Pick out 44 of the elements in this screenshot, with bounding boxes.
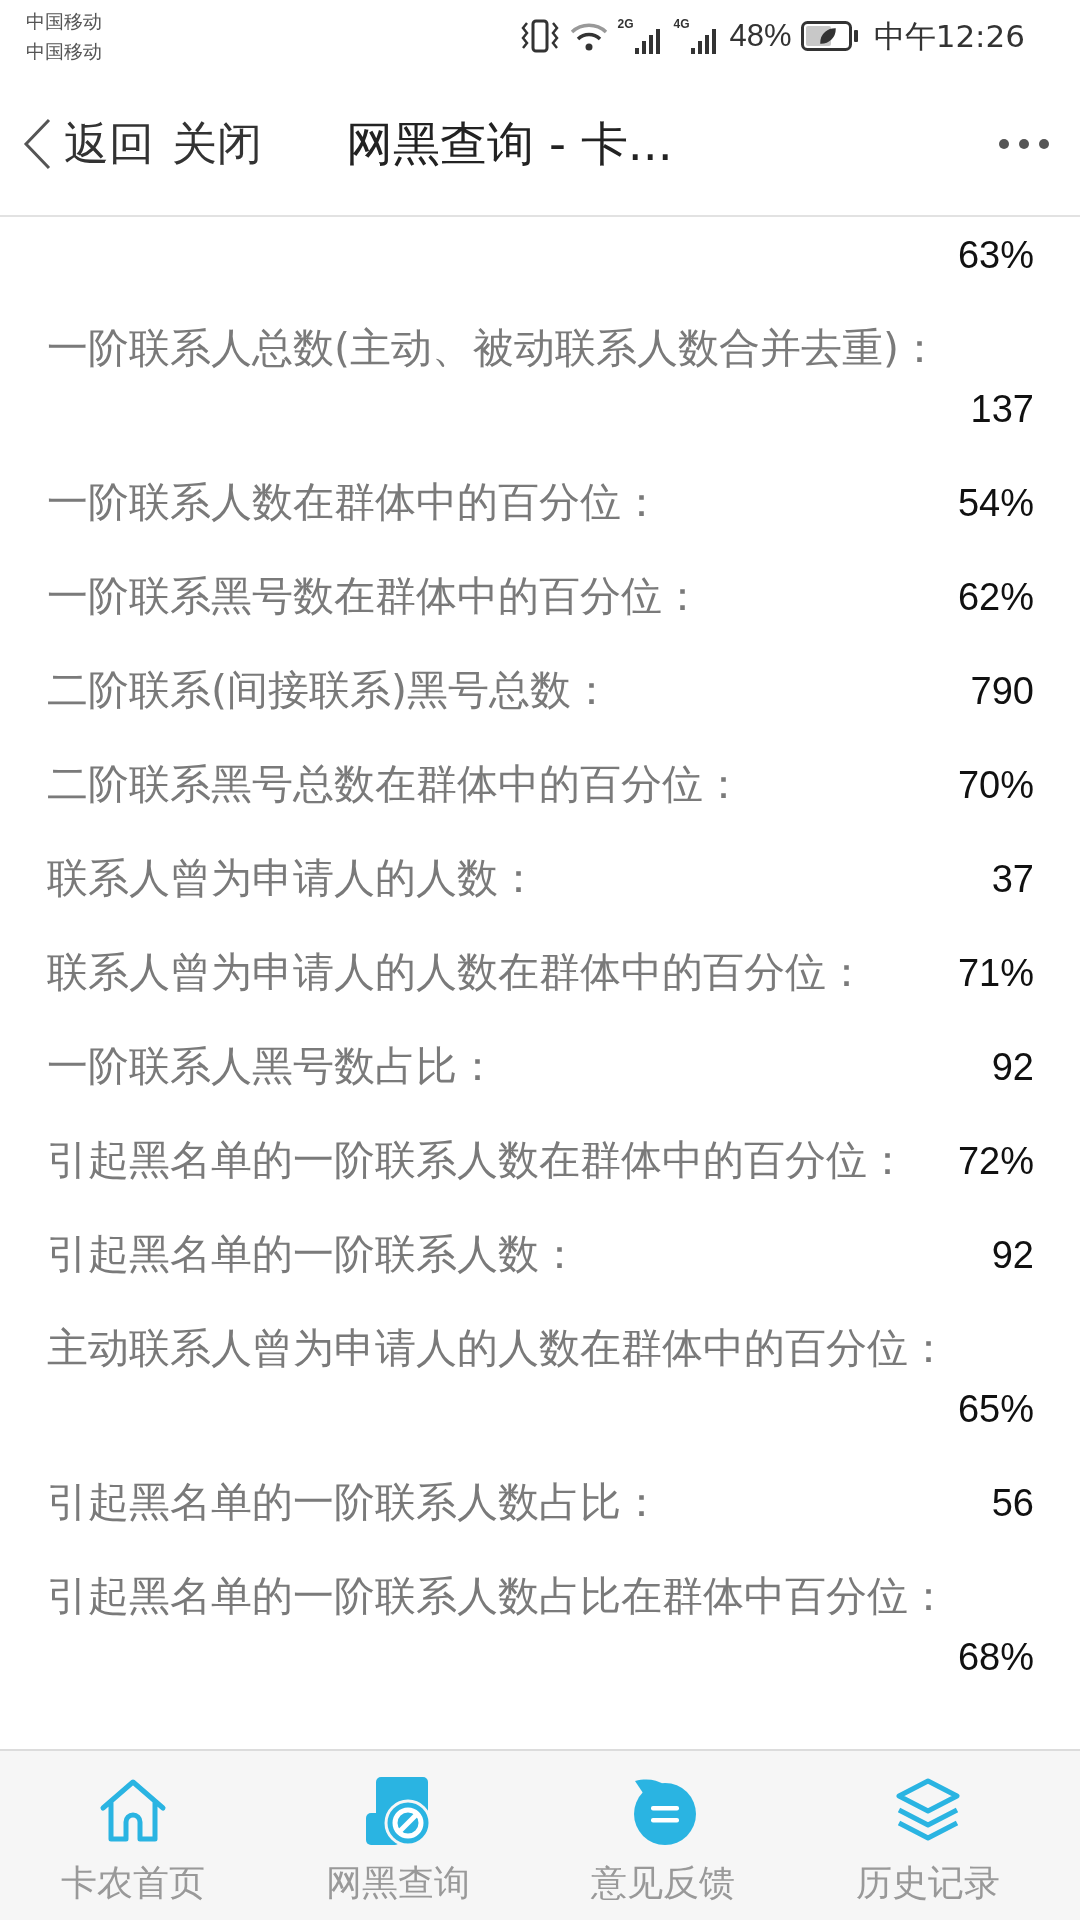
tab-button[interactable]: 历史记录 (795, 1775, 1060, 1903)
tab-button[interactable]: 网黑查询 (265, 1775, 530, 1903)
stat-value: 54% (956, 481, 1034, 526)
stat-label: 二阶联系(间接联系)黑号总数： (47, 665, 612, 716)
back-button[interactable]: 返回 (22, 113, 154, 174)
stat-value: 71% (956, 951, 1034, 996)
vibrate-icon (519, 18, 560, 54)
stat-label: 引起黑名单的一阶联系人数占比： (47, 1477, 662, 1528)
stat-label: 联系人曾为申请人的人数在群体中的百分位： (47, 947, 867, 998)
stat-value: 92 (990, 1045, 1034, 1090)
stat-value: 92 (990, 1233, 1034, 1278)
stat-value: 790 (969, 669, 1034, 714)
network-type: 2G (617, 18, 634, 30)
carrier-name: 中国移动 (26, 39, 102, 64)
stat-label: 一阶联系人总数(主动、被动联系人数合并去重)： (47, 323, 941, 374)
stat-value: 56 (990, 1481, 1034, 1526)
stat-value: 63% (957, 233, 1034, 278)
stat-label: 一阶联系黑号数在群体中的百分位： (47, 571, 703, 622)
tab-button[interactable]: 意见反馈 (530, 1775, 795, 1903)
carrier-name: 中国移动 (26, 9, 102, 34)
stat-value: 37 (990, 857, 1034, 902)
close-button[interactable]: 关闭 (172, 113, 262, 174)
page-title: 网黑查询 - 卡... (346, 114, 673, 173)
stat-value: 62% (956, 575, 1034, 620)
stat-label: 二阶联系黑号总数在群体中的百分位： (47, 759, 744, 810)
stat-value: 70% (956, 763, 1034, 808)
more-icon (998, 137, 1050, 150)
stat-value: 72% (956, 1139, 1034, 1184)
tab-button[interactable]: 卡农首页 (0, 1775, 265, 1903)
stat-label: 一阶联系人黑号数占比： (47, 1041, 498, 1092)
stat-label: 联系人曾为申请人的人数： (47, 853, 539, 904)
stat-value: 65% (957, 1387, 1034, 1432)
battery-percent: 48% (729, 17, 792, 55)
stat-label: 主动联系人曾为申请人的人数在群体中的百分位： (47, 1323, 950, 1374)
stat-value: 68% (957, 1635, 1034, 1680)
stat-label: 引起黑名单的一阶联系人数： (47, 1229, 580, 1280)
battery-icon (800, 21, 859, 51)
network-type: 4G (673, 18, 690, 30)
stat-value: 137 (970, 387, 1034, 432)
clock-time: 中午12:26 (873, 17, 1025, 56)
stat-label: 一阶联系人数在群体中的百分位： (47, 477, 662, 528)
chevron-left-icon (22, 117, 52, 170)
stat-label: 引起黑名单的一阶联系人数占比在群体中百分位： (47, 1571, 950, 1622)
stat-label: 引起黑名单的一阶联系人数在群体中的百分位： (47, 1135, 908, 1186)
